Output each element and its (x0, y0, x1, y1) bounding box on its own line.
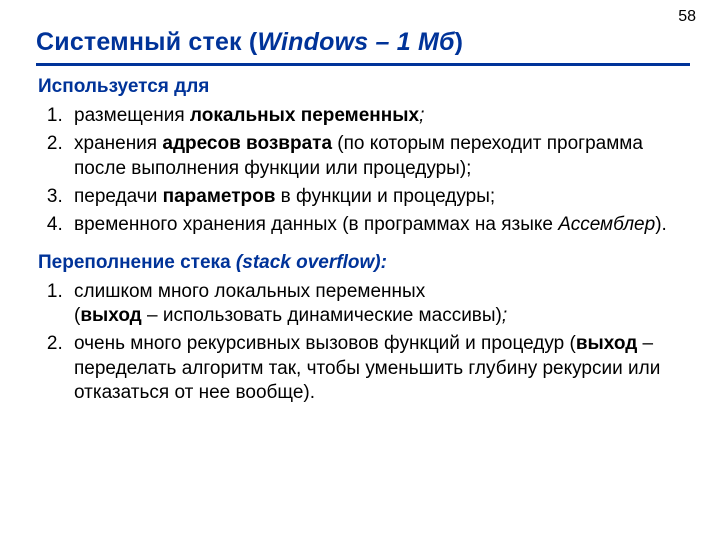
text: очень много рекурсивных вызовов функций … (74, 333, 576, 354)
text: ; (419, 105, 424, 126)
title-close: ) (455, 28, 464, 56)
title-divider (36, 63, 690, 66)
italic-text: (stack overflow): (236, 252, 387, 273)
page-number: 58 (678, 8, 696, 26)
section2-list: слишком много локальных переменных (выхо… (44, 280, 690, 406)
text: передачи (74, 186, 163, 207)
bold-text: локальных переменных (190, 105, 419, 126)
list-item: слишком много локальных переменных (выхо… (68, 280, 690, 329)
bold-text: параметров (163, 186, 276, 207)
list-item: передачи параметров в функции и процедур… (68, 185, 690, 209)
bold-text: выход (80, 305, 141, 326)
text: в функции и процедуры; (275, 186, 495, 207)
text: временного хранения данных (в программах… (74, 214, 558, 235)
list-item: очень много рекурсивных вызовов функций … (68, 332, 690, 405)
title-text: Системный стек ( (36, 28, 257, 56)
italic-text: ; (502, 305, 507, 326)
title-italic: Windows – 1 Мб (257, 28, 454, 56)
text: слишком много локальных переменных (74, 281, 425, 302)
section1-list: размещения локальных переменных; хранени… (44, 104, 690, 238)
list-item: хранения адресов возврата (по которым пе… (68, 132, 690, 181)
list-item: временного хранения данных (в программах… (68, 213, 690, 237)
italic-text: Ассемблер (558, 214, 655, 235)
text: ). (655, 214, 667, 235)
slide-body: Системный стек (Windows – 1 Мб) Использу… (0, 0, 720, 439)
text: Переполнение стека (38, 252, 236, 273)
section2-header: Переполнение стека (stack overflow): (38, 252, 690, 274)
text: хранения (74, 133, 162, 154)
bold-text: выход (576, 333, 637, 354)
section1-header: Используется для (38, 76, 690, 98)
text: – использовать динамические массивы) (142, 305, 502, 326)
text: размещения (74, 105, 190, 126)
bold-text: адресов возврата (162, 133, 332, 154)
list-item: размещения локальных переменных; (68, 104, 690, 128)
slide-title: Системный стек (Windows – 1 Мб) (36, 28, 690, 57)
